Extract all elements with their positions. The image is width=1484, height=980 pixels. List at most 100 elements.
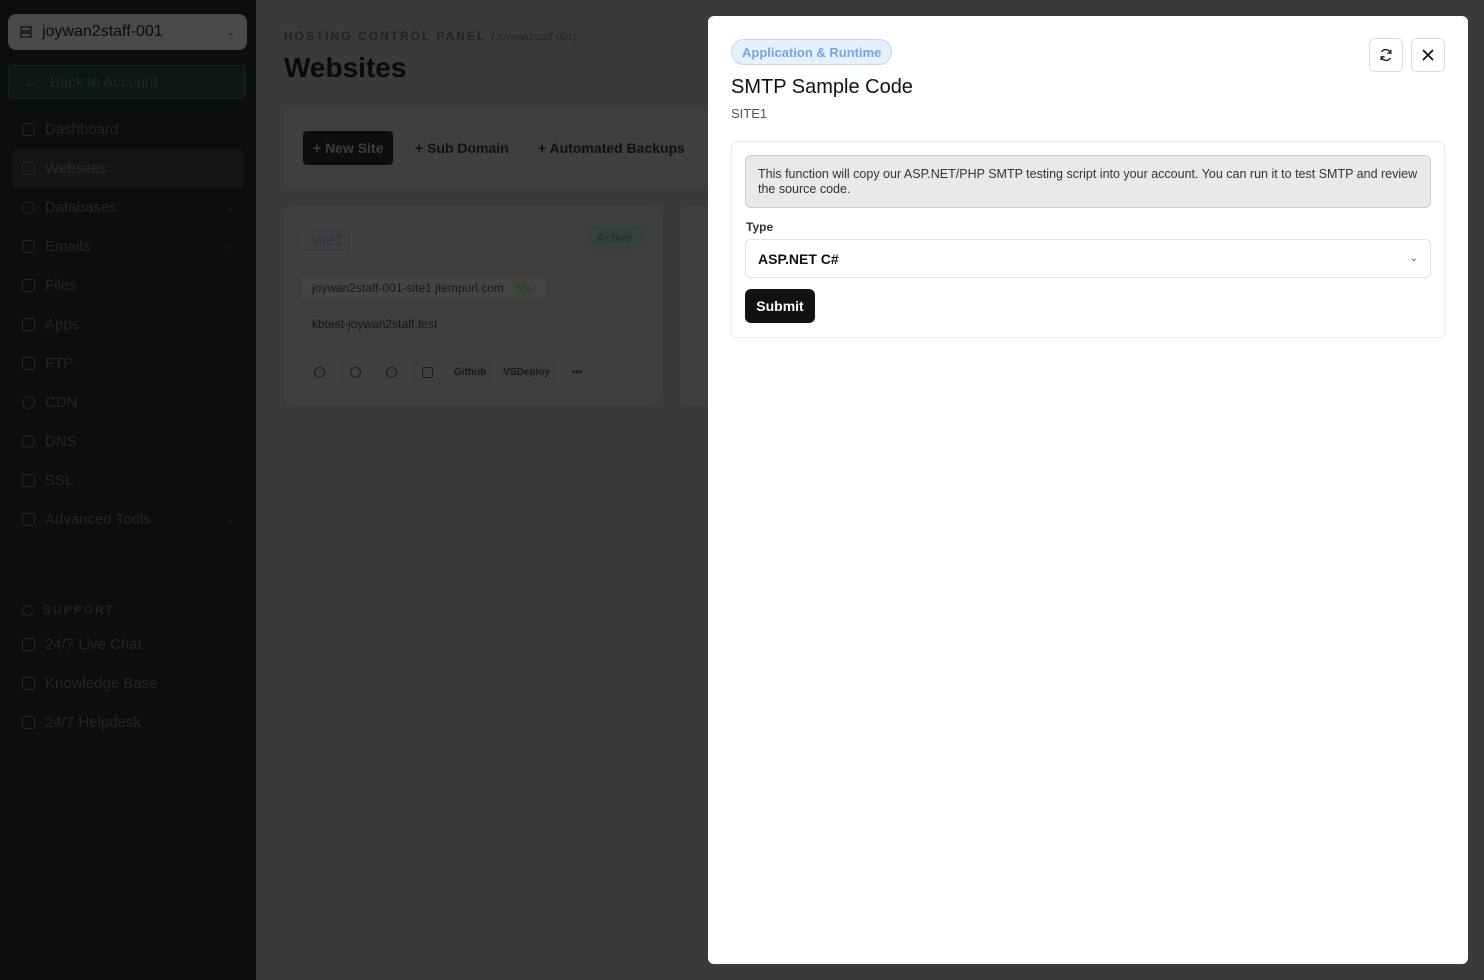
book-icon bbox=[22, 677, 35, 690]
sidebar-item-apps[interactable]: Apps bbox=[0, 305, 256, 344]
lock-icon bbox=[22, 474, 35, 487]
sidebar-item-label: DNS bbox=[45, 433, 77, 450]
modal-subtitle: SITE1 bbox=[731, 106, 768, 121]
support-heading: SUPPORT bbox=[22, 603, 115, 617]
sidebar-item-label: Dashboard bbox=[45, 121, 119, 138]
files-action[interactable] bbox=[410, 360, 446, 384]
sidebar-item-label: SSL bbox=[45, 472, 74, 489]
back-to-account-label: Back to Account bbox=[50, 73, 158, 91]
refresh-icon bbox=[1380, 48, 1392, 62]
sidebar-item-label: FTP bbox=[45, 355, 74, 372]
sidebar-item-label: Emails bbox=[45, 238, 91, 255]
sidebar-item-ftp[interactable]: FTP bbox=[0, 344, 256, 383]
sidebar-item-label: Files bbox=[45, 277, 77, 294]
smtp-sample-code-modal: Application & Runtime SMTP Sample Code S… bbox=[708, 16, 1468, 964]
apps-grid-icon bbox=[22, 318, 35, 331]
sub-domain-button[interactable]: + Sub Domain bbox=[405, 131, 519, 165]
sidebar-item-advanced-tools[interactable]: Advanced Tools ⌄ bbox=[0, 500, 256, 539]
domain-item[interactable]: kbtest-joywan2staff.test bbox=[302, 312, 447, 336]
support-nav: 24/7 Live Chat Knowledge Base 24/7 Helpd… bbox=[0, 625, 256, 742]
ssl-badge: SSL bbox=[511, 281, 537, 295]
modal-title: SMTP Sample Code bbox=[731, 76, 913, 98]
chevron-down-icon: ⌄ bbox=[226, 514, 234, 524]
git-action[interactable] bbox=[374, 360, 410, 384]
ticket-icon bbox=[22, 716, 35, 729]
site-actions: Github VSDeploy ••• bbox=[302, 360, 595, 384]
folder-icon bbox=[422, 366, 433, 378]
websites-icon bbox=[22, 162, 35, 175]
automated-backups-button[interactable]: + Automated Backups bbox=[528, 131, 695, 165]
submit-button[interactable]: Submit bbox=[745, 289, 815, 323]
sidebar-item-cdn[interactable]: CDN bbox=[0, 383, 256, 422]
github-action[interactable]: Github bbox=[446, 360, 496, 384]
sidebar-nav: Dashboard Websites Databases ⌄ Emails ⌄ … bbox=[0, 110, 256, 539]
site-name-link[interactable]: site1 bbox=[302, 225, 352, 256]
status-badge: Active bbox=[584, 225, 644, 250]
sidebar-item-ssl[interactable]: SSL bbox=[0, 461, 256, 500]
sidebar-item-live-chat[interactable]: 24/7 Live Chat bbox=[0, 625, 256, 664]
close-button[interactable] bbox=[1411, 38, 1445, 72]
sidebar: joywan2staff-001 ⌄ ← Back to Account Das… bbox=[0, 0, 256, 980]
type-label: Type bbox=[746, 220, 774, 234]
chevron-down-icon: ⌄ bbox=[1409, 253, 1418, 264]
sidebar-item-label: 24/7 Helpdesk bbox=[45, 714, 141, 731]
database-icon bbox=[22, 201, 35, 214]
account-selector[interactable]: joywan2staff-001 ⌄ bbox=[8, 14, 247, 50]
folder-icon bbox=[22, 279, 35, 292]
support-title: SUPPORT bbox=[43, 603, 116, 617]
category-badge: Application & Runtime bbox=[731, 39, 893, 65]
chevron-down-icon: ⌄ bbox=[226, 241, 234, 251]
server-icon bbox=[20, 26, 32, 38]
chat-icon bbox=[22, 638, 35, 651]
chevron-down-icon: ⌄ bbox=[226, 26, 235, 38]
vsdeploy-action[interactable]: VSDeploy bbox=[495, 360, 559, 384]
site-card: site1 Active joywan2staff-001-site1.jtem… bbox=[284, 205, 662, 405]
account-name: joywan2staff-001 bbox=[42, 23, 163, 40]
help-icon bbox=[22, 604, 33, 616]
close-icon bbox=[1422, 49, 1434, 61]
sidebar-item-label: Knowledge Base bbox=[45, 675, 158, 692]
sidebar-item-label: CDN bbox=[45, 394, 78, 411]
breadcrumb: HOSTING CONTROL PANEL (Joywan2staff-001) bbox=[284, 29, 576, 43]
sidebar-item-label: Apps bbox=[45, 316, 80, 333]
type-select[interactable]: ASP.NET C# ⌄ bbox=[745, 239, 1431, 278]
info-message: This function will copy our ASP.NET/PHP … bbox=[745, 155, 1431, 208]
chevron-down-icon: ⌄ bbox=[226, 202, 234, 212]
back-to-account-button[interactable]: ← Back to Account bbox=[8, 65, 246, 99]
shield-icon bbox=[350, 366, 361, 378]
domain-item[interactable]: joywan2staff-001-site1.jtempurl.com SSL bbox=[302, 276, 547, 300]
ssl-action[interactable] bbox=[338, 360, 374, 384]
domain-text: kbtest-joywan2staff.test bbox=[312, 317, 438, 331]
sidebar-item-databases[interactable]: Databases ⌄ bbox=[0, 188, 256, 227]
sidebar-item-knowledge-base[interactable]: Knowledge Base bbox=[0, 664, 256, 703]
ftp-icon bbox=[22, 357, 35, 370]
sidebar-item-helpdesk[interactable]: 24/7 Helpdesk bbox=[0, 703, 256, 742]
sidebar-item-emails[interactable]: Emails ⌄ bbox=[0, 227, 256, 266]
sidebar-item-label: 24/7 Live Chat bbox=[45, 636, 142, 653]
sidebar-item-label: Advanced Tools bbox=[45, 511, 151, 528]
page-title: Websites bbox=[284, 52, 407, 83]
breadcrumb-title: HOSTING CONTROL PANEL bbox=[284, 29, 487, 43]
domain-text: joywan2staff-001-site1.jtempurl.com bbox=[312, 281, 504, 295]
globe-icon bbox=[314, 366, 325, 378]
tools-icon bbox=[22, 513, 35, 526]
sidebar-item-label: Websites bbox=[45, 160, 107, 177]
type-select-value: ASP.NET C# bbox=[758, 250, 839, 267]
mail-icon bbox=[22, 240, 35, 253]
branch-icon bbox=[386, 366, 397, 378]
breadcrumb-account: (Joywan2staff-001) bbox=[491, 32, 577, 43]
new-site-button[interactable]: + New Site bbox=[303, 131, 394, 165]
refresh-button[interactable] bbox=[1369, 38, 1403, 72]
websites-toolbar: + New Site + Sub Domain + Automated Back… bbox=[284, 108, 724, 188]
sidebar-item-dns[interactable]: DNS bbox=[0, 422, 256, 461]
browse-action[interactable] bbox=[302, 360, 338, 384]
globe-icon bbox=[22, 435, 35, 448]
more-actions[interactable]: ••• bbox=[559, 360, 595, 384]
arrow-left-icon: ← bbox=[23, 73, 38, 91]
sidebar-item-websites[interactable]: Websites bbox=[12, 149, 244, 188]
cdn-icon bbox=[22, 396, 35, 409]
dashboard-icon bbox=[22, 123, 35, 136]
sidebar-item-files[interactable]: Files bbox=[0, 266, 256, 305]
sidebar-item-dashboard[interactable]: Dashboard bbox=[0, 110, 256, 149]
smtp-form-panel: This function will copy our ASP.NET/PHP … bbox=[731, 141, 1445, 338]
